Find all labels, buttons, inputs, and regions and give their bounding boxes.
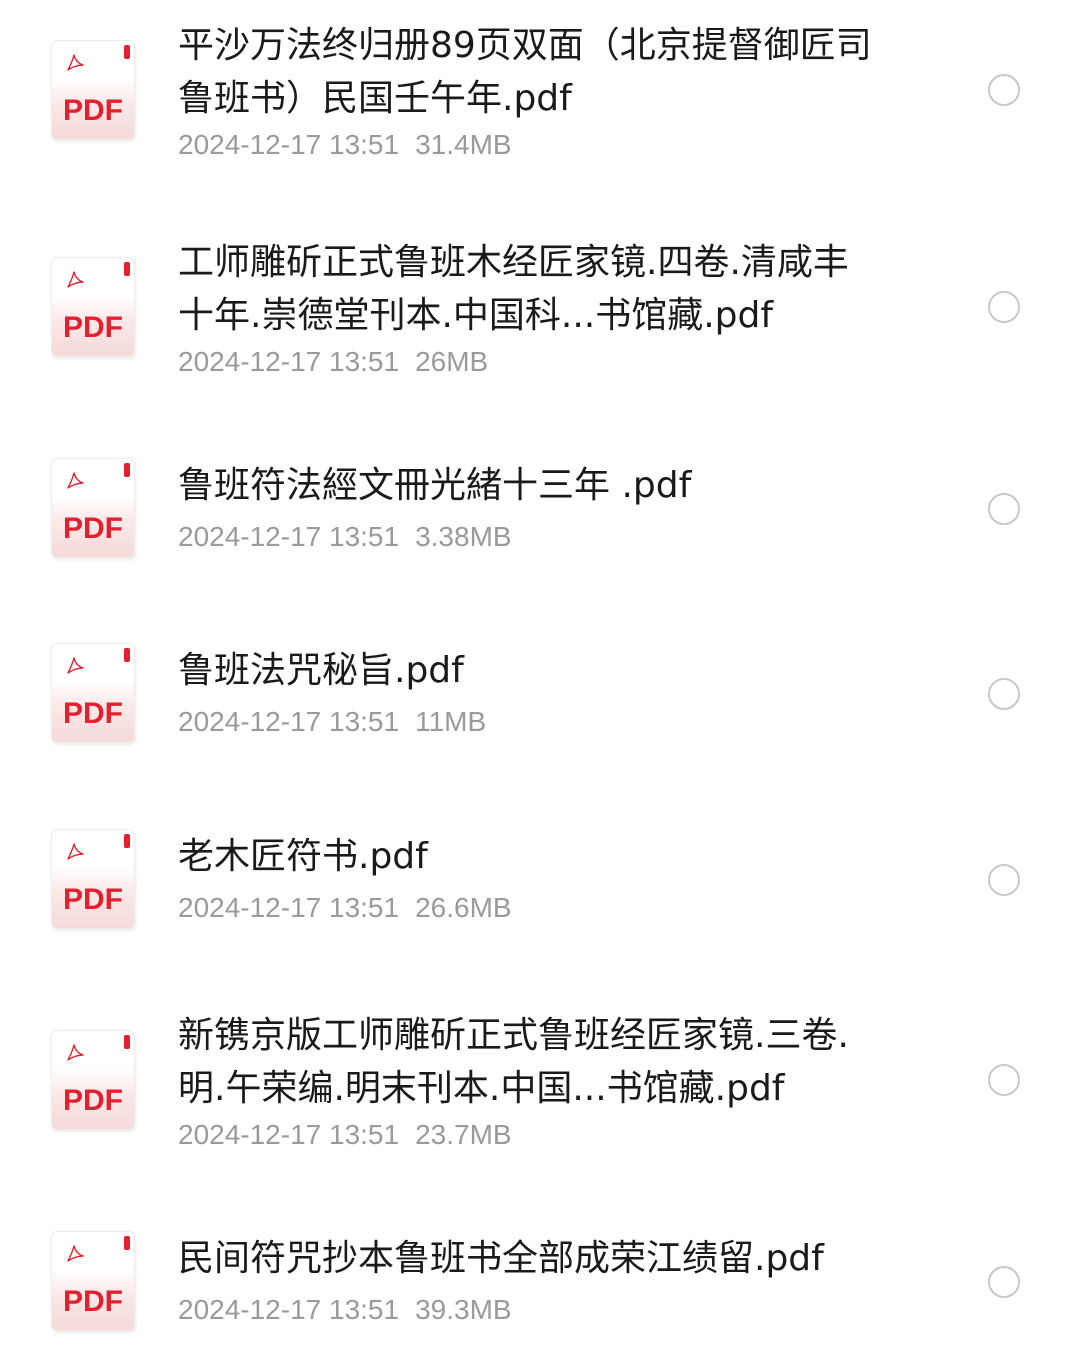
file-size: 23.7MB (415, 1119, 512, 1150)
pdf-file-icon: PDF (51, 643, 135, 743)
select-radio-button[interactable] (988, 864, 1020, 896)
select-radio-button[interactable] (988, 678, 1020, 710)
file-row[interactable]: PDF 新镌京版工师雕斫正式鲁班经匠家镜.三卷.明.午荣编.明末刊本.中国...… (0, 990, 1080, 1190)
pdf-file-icon: PDF (51, 257, 135, 357)
select-radio-button[interactable] (988, 1266, 1020, 1298)
file-corner-mark (124, 45, 130, 59)
file-name: 新镌京版工师雕斫正式鲁班经匠家镜.三卷.明.午荣编.明末刊本.中国...书馆藏.… (178, 1015, 849, 1109)
file-date: 2024-12-17 13:51 (178, 521, 400, 552)
acrobat-icon (67, 1245, 84, 1262)
file-date: 2024-12-17 13:51 (178, 346, 400, 377)
pdf-type-label: PDF (63, 1285, 123, 1318)
select-radio-button[interactable] (988, 74, 1020, 106)
file-size: 3.38MB (415, 521, 512, 552)
file-date: 2024-12-17 13:51 (178, 706, 400, 737)
pdf-file-icon: PDF (51, 1030, 135, 1130)
file-size: 26.6MB (415, 892, 512, 923)
file-date: 2024-12-17 13:51 (178, 1119, 400, 1150)
file-corner-mark (124, 1035, 130, 1049)
file-row[interactable]: PDF 工师雕斫正式鲁班木经匠家镜.四卷.清咸丰十年.崇德堂刊本.中国科...书… (0, 217, 1080, 417)
acrobat-icon (67, 54, 84, 71)
file-name: 民间符咒抄本鲁班书全部成荣江绩留.pdf (178, 1238, 824, 1279)
pdf-type-label: PDF (63, 311, 123, 344)
file-row[interactable]: PDF 鲁班法咒秘旨.pdf 2024-12-17 13:51 11MB (0, 625, 1080, 785)
acrobat-icon (67, 271, 84, 288)
file-meta: 2024-12-17 13:51 11MB (178, 705, 486, 739)
pdf-file-icon: PDF (51, 40, 135, 140)
file-meta: 2024-12-17 13:51 31.4MB (178, 128, 512, 162)
select-radio-button[interactable] (988, 493, 1020, 525)
acrobat-icon (67, 657, 84, 674)
file-meta: 2024-12-17 13:51 39.3MB (178, 1293, 512, 1327)
file-size: 26MB (415, 346, 489, 377)
file-size: 31.4MB (415, 129, 512, 160)
file-meta: 2024-12-17 13:51 26.6MB (178, 891, 512, 925)
acrobat-icon (67, 1044, 84, 1061)
file-row[interactable]: PDF 民间符咒抄本鲁班书全部成荣江绩留.pdf 2024-12-17 13:5… (0, 1213, 1080, 1363)
pdf-type-label: PDF (63, 883, 123, 916)
file-corner-mark (124, 463, 130, 477)
file-date: 2024-12-17 13:51 (178, 1294, 400, 1325)
file-name: 工师雕斫正式鲁班木经匠家镜.四卷.清咸丰十年.崇德堂刊本.中国科...书馆藏.p… (178, 242, 849, 336)
acrobat-icon (67, 472, 84, 489)
file-name: 鲁班符法經文冊光緒十三年 .pdf (178, 465, 692, 506)
file-meta: 2024-12-17 13:51 3.38MB (178, 520, 512, 554)
acrobat-icon (67, 843, 84, 860)
file-name: 鲁班法咒秘旨.pdf (178, 650, 464, 691)
file-corner-mark (124, 1236, 130, 1250)
select-radio-button[interactable] (988, 1064, 1020, 1096)
file-row[interactable]: PDF 鲁班符法經文冊光緒十三年 .pdf 2024-12-17 13:51 3.… (0, 440, 1080, 600)
file-meta: 2024-12-17 13:51 26MB (178, 345, 488, 379)
pdf-file-icon: PDF (51, 829, 135, 929)
file-date: 2024-12-17 13:51 (178, 892, 400, 923)
file-corner-mark (124, 834, 130, 848)
file-date: 2024-12-17 13:51 (178, 129, 400, 160)
file-corner-mark (124, 648, 130, 662)
file-row[interactable]: PDF 平沙万法终归册89页双面（北京提督御匠司鲁班书）民国壬午年.pdf 20… (0, 0, 1080, 200)
file-size: 39.3MB (415, 1294, 512, 1325)
file-size: 11MB (415, 706, 487, 737)
file-name: 老木匠符书.pdf (178, 836, 428, 877)
file-corner-mark (124, 262, 130, 276)
pdf-file-icon: PDF (51, 1231, 135, 1331)
select-radio-button[interactable] (988, 291, 1020, 323)
file-list: PDF 平沙万法终归册89页双面（北京提督御匠司鲁班书）民国壬午年.pdf 20… (0, 0, 1080, 1371)
file-name: 平沙万法终归册89页双面（北京提督御匠司鲁班书）民国壬午年.pdf (178, 25, 872, 119)
file-row[interactable]: PDF 老木匠符书.pdf 2024-12-17 13:51 26.6MB (0, 811, 1080, 971)
pdf-type-label: PDF (63, 94, 123, 127)
pdf-file-icon: PDF (51, 458, 135, 558)
pdf-type-label: PDF (63, 1084, 123, 1117)
pdf-type-label: PDF (63, 697, 123, 730)
pdf-type-label: PDF (63, 512, 123, 545)
file-meta: 2024-12-17 13:51 23.7MB (178, 1118, 512, 1152)
